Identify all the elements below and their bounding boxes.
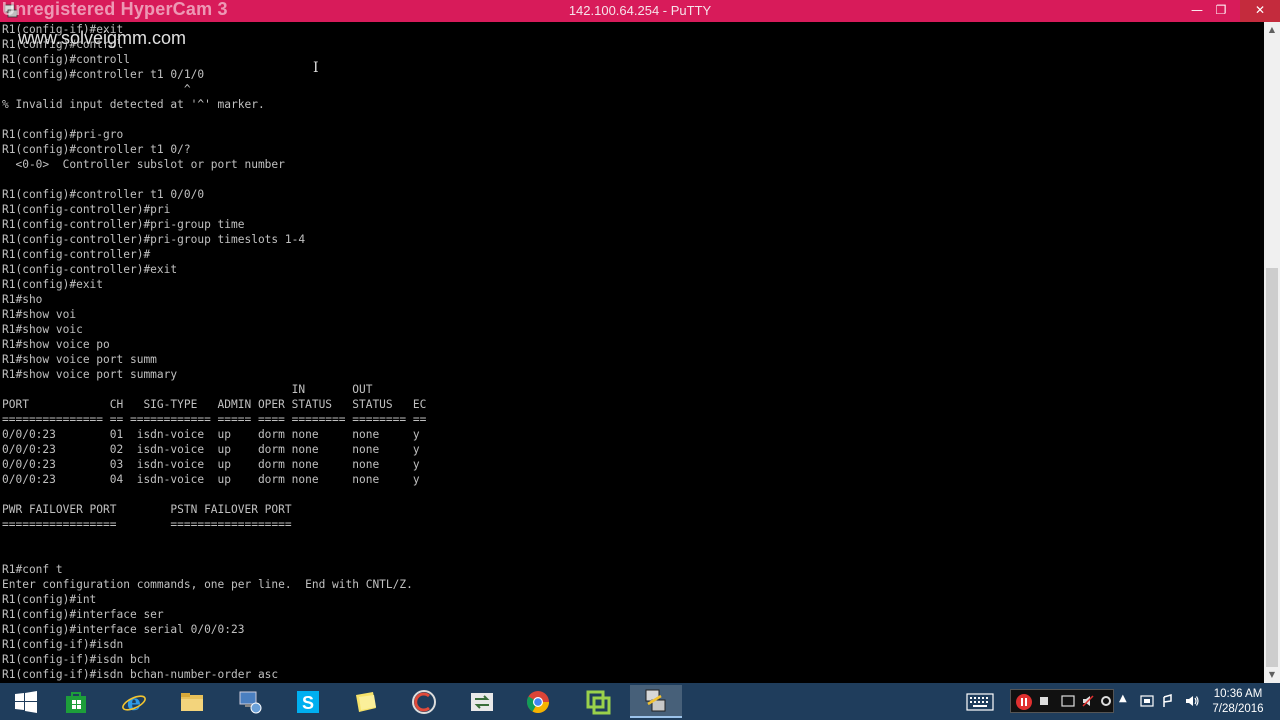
system-clock[interactable]: 10:36 AM 7/28/2016 [1206, 687, 1270, 717]
terminal-line: R1(config-if)#isdn [2, 638, 124, 651]
terminal-line: IN OUT [2, 383, 373, 396]
screen-region-icon[interactable] [1061, 695, 1075, 707]
taskbar-internet-explorer[interactable]: e [108, 685, 160, 718]
terminal-line: ================= ================== [2, 518, 292, 531]
terminal-line: PWR FAILOVER PORT PSTN FAILOVER PORT [2, 503, 292, 516]
terminal-line: R1#show voice po [2, 338, 110, 351]
taskbar-network-app[interactable] [224, 685, 276, 718]
taskbar-skype[interactable]: S [282, 685, 334, 718]
terminal-line: R1(config-if)#isdn bchan-number-order as… [2, 668, 279, 681]
scroll-up-arrow-icon[interactable]: ▲ [1264, 22, 1280, 38]
terminal-line: Enter configuration commands, one per li… [2, 578, 413, 591]
terminal-line: R1#show voi [2, 308, 77, 321]
terminal-line: 0/0/0:23 04 isdn-voice up dorm none none… [2, 473, 420, 486]
ccleaner-icon [412, 689, 436, 714]
taskbar-vsphere[interactable] [572, 685, 624, 718]
terminal-line: <0-0> Controller subslot or port number [2, 158, 285, 171]
putty-icon [645, 689, 666, 711]
stop-recording-icon[interactable] [1039, 696, 1049, 706]
clock-date: 7/28/2016 [1212, 703, 1264, 715]
watermark-url: www.solveigmm.com [18, 28, 187, 48]
terminal-line: R1(config)#exit [2, 278, 104, 291]
svg-text:S: S [302, 693, 314, 713]
hypercam-recording-bar[interactable] [1010, 689, 1114, 713]
terminal-line: R1#show voice port summ [2, 353, 157, 366]
terminal-line: R1(config)#pri-gro [2, 128, 124, 141]
window-title-bar: Unregistered HyperCam 3 142.100.64.254 -… [0, 0, 1280, 22]
sticky-notes-icon [356, 691, 376, 712]
skype-icon: S [297, 690, 319, 713]
terminal-line: % Invalid input detected at '^' marker. [2, 98, 265, 111]
terminal-line: R1(config)#int [2, 593, 97, 606]
text-cursor-ibeam-icon: I [313, 60, 319, 76]
remote-desktop-icon [471, 692, 493, 711]
taskbar: e S ▲ 10:36 AM 7/28/2016 [0, 683, 1280, 720]
terminal-line: R1(config)#controller t1 0/0/0 [2, 188, 205, 201]
svg-text:e: e [127, 690, 141, 715]
maximize-button[interactable]: ❐ [1206, 0, 1236, 22]
vsphere-icon [586, 690, 611, 714]
terminal-line: R1#conf t [2, 563, 63, 576]
terminal-line: PORT CH SIG-TYPE ADMIN OPER STATUS STATU… [2, 398, 427, 411]
terminal-line: R1#sho [2, 293, 43, 306]
internet-explorer-icon: e [122, 690, 146, 715]
close-button[interactable]: ✕ [1240, 0, 1280, 22]
terminal-line: R1(config)#controller t1 0/1/0 [2, 68, 205, 81]
terminal-line: R1#show voice port summary [2, 368, 178, 381]
taskbar-remote-app[interactable] [456, 685, 508, 718]
terminal-line: 0/0/0:23 03 isdn-voice up dorm none none… [2, 458, 420, 471]
scroll-down-arrow-icon[interactable]: ▼ [1264, 667, 1280, 683]
vertical-scrollbar[interactable]: ▲ ▼ [1264, 22, 1280, 683]
settings-gear-icon[interactable] [1099, 694, 1113, 708]
taskbar-notes[interactable] [340, 685, 392, 718]
clock-time: 10:36 AM [1213, 688, 1263, 700]
terminal-line: =============== == ============ ===== ==… [2, 413, 427, 426]
store-icon [66, 691, 86, 713]
windows-logo-icon [15, 690, 37, 713]
chrome-icon [527, 690, 549, 713]
terminal-line: 0/0/0:23 02 isdn-voice up dorm none none… [2, 443, 420, 456]
terminal-line: 0/0/0:23 01 isdn-voice up dorm none none… [2, 428, 420, 441]
taskbar-ccleaner[interactable] [398, 685, 450, 718]
terminal-line: ^ [2, 83, 191, 96]
terminal-line: R1(config-controller)#pri-group timeslot… [2, 233, 306, 246]
terminal-line: R1(config)#controll [2, 53, 130, 66]
terminal-output: R1(config-if)#exit R1(config)#control R1(c… [2, 22, 426, 683]
touch-keyboard-icon[interactable] [966, 693, 994, 711]
start-button[interactable] [0, 685, 52, 718]
taskbar-store[interactable] [50, 685, 102, 718]
computer-network-icon [239, 691, 262, 713]
action-center-flag-icon[interactable] [1140, 694, 1154, 708]
terminal-line: R1#show voic [2, 323, 83, 336]
terminal-screen[interactable]: R1(config-if)#exit R1(config)#control R1(c… [0, 22, 1264, 683]
window-title: 142.100.64.254 - PuTTY [568, 3, 712, 18]
mute-audio-icon[interactable] [1081, 694, 1095, 708]
taskbar-chrome[interactable] [512, 685, 564, 718]
terminal-line: R1(config-controller)#pri-group time [2, 218, 245, 231]
volume-icon[interactable] [1184, 693, 1200, 709]
terminal-line: R1(config-if)#isdn bch [2, 653, 151, 666]
scrollbar-thumb[interactable] [1266, 268, 1278, 667]
pause-recording-icon[interactable] [1015, 693, 1033, 711]
terminal-line: R1(config)#interface serial 0/0/0:23 [2, 623, 245, 636]
folder-icon [181, 692, 203, 711]
terminal-line: R1(config-controller)#exit [2, 263, 178, 276]
terminal-line: R1(config-controller)#pri [2, 203, 171, 216]
network-icon[interactable] [1162, 693, 1176, 709]
taskbar-putty[interactable] [630, 685, 682, 718]
show-hidden-icons-icon[interactable]: ▲ [1119, 693, 1127, 704]
terminal-line: R1(config)#controller t1 0/? [2, 143, 191, 156]
taskbar-file-explorer[interactable] [166, 685, 218, 718]
terminal-line: R1(config-controller)# [2, 248, 151, 261]
terminal-line: R1(config)#interface ser [2, 608, 164, 621]
